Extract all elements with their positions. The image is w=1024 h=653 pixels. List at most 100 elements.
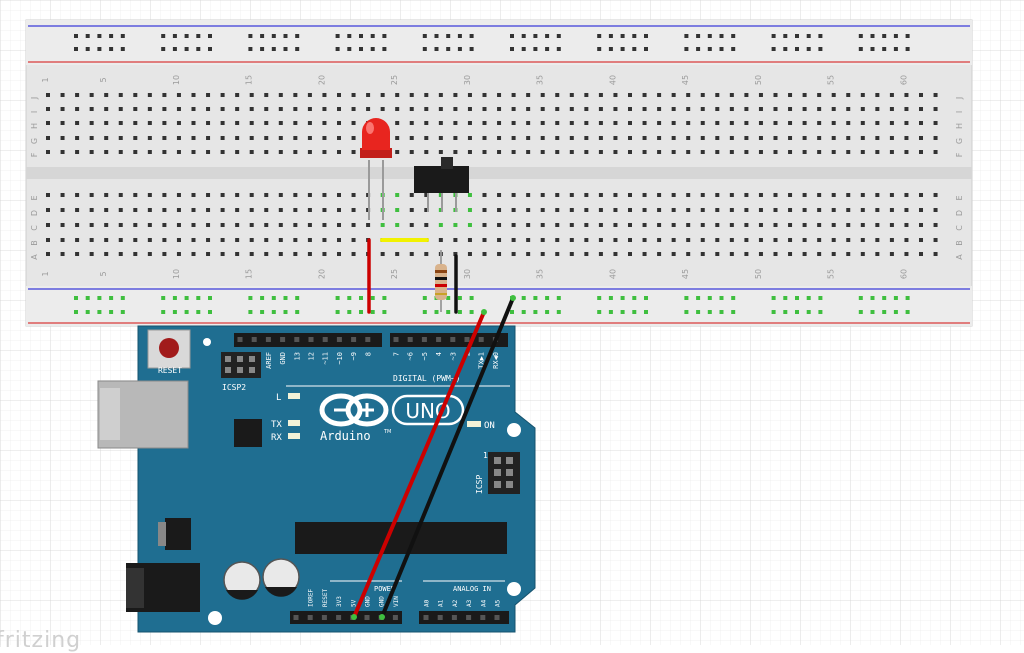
rail-hole[interactable] [545, 34, 550, 38]
breadboard-hole[interactable] [278, 223, 283, 227]
breadboard-hole[interactable] [773, 107, 778, 111]
breadboard-hole[interactable] [613, 238, 618, 242]
rail-hole[interactable] [422, 310, 427, 314]
breadboard-hole[interactable] [569, 93, 574, 97]
breadboard-hole[interactable] [671, 252, 676, 256]
breadboard-hole[interactable] [889, 208, 894, 212]
breadboard-hole[interactable] [60, 107, 65, 111]
breadboard-hole[interactable] [642, 208, 647, 212]
breadboard-hole[interactable] [337, 136, 341, 140]
breadboard-hole[interactable] [89, 136, 94, 140]
breadboard-hole[interactable] [497, 238, 502, 242]
breadboard-hole[interactable] [715, 252, 720, 256]
breadboard-hole[interactable] [788, 121, 793, 125]
breadboard-hole[interactable] [817, 223, 822, 227]
breadboard-hole[interactable] [438, 107, 443, 111]
breadboard-hole[interactable] [395, 121, 400, 125]
breadboard-hole[interactable] [933, 252, 938, 256]
breadboard-hole[interactable] [206, 107, 211, 111]
rail-hole[interactable] [172, 296, 177, 300]
breadboard-hole[interactable] [817, 193, 822, 197]
breadboard-hole[interactable] [118, 107, 123, 111]
breadboard-hole[interactable] [671, 93, 676, 97]
rail-hole[interactable] [74, 296, 78, 300]
breadboard-hole[interactable] [919, 208, 923, 212]
rail-hole[interactable] [905, 310, 910, 314]
rail-hole[interactable] [684, 296, 689, 300]
rail-hole[interactable] [707, 34, 712, 38]
breadboard-hole[interactable] [293, 238, 298, 242]
breadboard-hole[interactable] [817, 150, 822, 154]
rail-hole[interactable] [858, 34, 863, 38]
rail-hole[interactable] [620, 296, 625, 300]
header-pin[interactable] [336, 615, 342, 620]
breadboard-hole[interactable] [89, 107, 94, 111]
breadboard-hole[interactable] [628, 93, 632, 97]
breadboard-hole[interactable] [642, 93, 647, 97]
rail-hole[interactable] [882, 296, 887, 300]
rail-hole[interactable] [422, 47, 427, 51]
breadboard-hole[interactable] [686, 223, 691, 227]
breadboard-hole[interactable] [482, 121, 487, 125]
breadboard-hole[interactable] [395, 136, 400, 140]
breadboard-hole[interactable] [758, 150, 763, 154]
breadboard-hole[interactable] [438, 136, 443, 140]
rail-hole[interactable] [260, 34, 265, 38]
breadboard-hole[interactable] [75, 150, 80, 154]
breadboard-hole[interactable] [75, 121, 80, 125]
breadboard-hole[interactable] [860, 107, 865, 111]
breadboard-hole[interactable] [60, 208, 65, 212]
breadboard-hole[interactable] [133, 107, 138, 111]
breadboard-hole[interactable] [860, 238, 865, 242]
breadboard-hole[interactable] [147, 193, 152, 197]
breadboard-hole[interactable] [380, 107, 385, 111]
breadboard-hole[interactable] [846, 136, 851, 140]
rail-hole[interactable] [283, 47, 288, 51]
rail-hole[interactable] [545, 47, 550, 51]
rail-hole[interactable] [696, 47, 701, 51]
breadboard-hole[interactable] [715, 223, 720, 227]
rail-hole[interactable] [719, 47, 724, 51]
breadboard-hole[interactable] [264, 93, 269, 97]
breadboard-hole[interactable] [628, 136, 632, 140]
breadboard-hole[interactable] [773, 223, 778, 227]
breadboard-hole[interactable] [118, 150, 123, 154]
rail-hole[interactable] [510, 47, 514, 51]
breadboard-hole[interactable] [628, 238, 632, 242]
breadboard-hole[interactable] [118, 223, 123, 227]
breadboard-hole[interactable] [729, 223, 734, 227]
breadboard-hole[interactable] [118, 208, 123, 212]
breadboard-hole[interactable] [497, 252, 502, 256]
breadboard-hole[interactable] [133, 223, 138, 227]
breadboard-hole[interactable] [933, 136, 938, 140]
breadboard-hole[interactable] [860, 223, 865, 227]
rail-hole[interactable] [510, 34, 514, 38]
breadboard-hole[interactable] [875, 107, 880, 111]
breadboard-hole[interactable] [89, 208, 94, 212]
breadboard-hole[interactable] [133, 238, 138, 242]
rail-hole[interactable] [882, 310, 887, 314]
breadboard-hole[interactable] [162, 223, 167, 227]
breadboard-hole[interactable] [293, 93, 298, 97]
rail-hole[interactable] [858, 296, 863, 300]
breadboard-hole[interactable] [162, 136, 167, 140]
rail-hole[interactable] [795, 34, 799, 38]
breadboard-hole[interactable] [700, 252, 705, 256]
breadboard-hole[interactable] [235, 107, 240, 111]
rail-hole[interactable] [870, 310, 875, 314]
breadboard-hole[interactable] [598, 150, 603, 154]
breadboard-hole[interactable] [278, 238, 283, 242]
breadboard-hole[interactable] [46, 223, 50, 227]
breadboard-hole[interactable] [846, 252, 851, 256]
breadboard-hole[interactable] [569, 107, 574, 111]
header-pin[interactable] [307, 615, 313, 620]
breadboard-hole[interactable] [758, 93, 763, 97]
breadboard-hole[interactable] [569, 252, 574, 256]
breadboard-hole[interactable] [162, 107, 167, 111]
breadboard-hole[interactable] [75, 252, 80, 256]
breadboard-hole[interactable] [220, 252, 225, 256]
breadboard-hole[interactable] [671, 238, 676, 242]
rail-hole[interactable] [556, 296, 561, 300]
breadboard-hole[interactable] [497, 208, 502, 212]
breadboard-hole[interactable] [875, 121, 880, 125]
